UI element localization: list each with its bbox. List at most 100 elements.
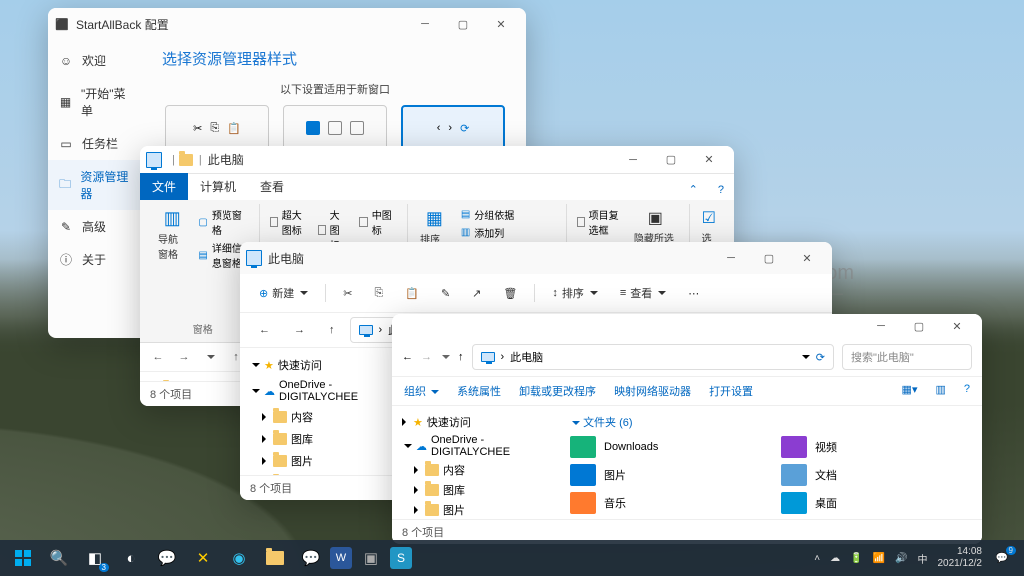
tree-item[interactable]: 图片 <box>400 500 552 520</box>
chk-checkboxes[interactable]: 项目复选框 <box>575 206 624 238</box>
addcol-button[interactable]: ▥添加列 <box>459 224 559 241</box>
back-button[interactable]: ← <box>402 351 413 363</box>
new-button[interactable]: ⊕新建 <box>250 280 317 306</box>
tree-onedrive[interactable]: ☁OneDrive - DIGITALYCHEE <box>400 432 552 460</box>
minimize-button[interactable]: ─ <box>614 146 652 174</box>
tray-wifi-icon[interactable]: 📶 <box>873 553 885 564</box>
folder-item[interactable]: 音乐 <box>570 492 761 514</box>
sidebar-item-welcome[interactable]: ☺欢迎 <box>48 44 144 77</box>
up-button[interactable]: ↑ <box>458 351 464 363</box>
tab-computer[interactable]: 计算机 <box>188 173 248 200</box>
tray-battery-icon[interactable]: 🔋 <box>850 553 862 564</box>
maximize-button[interactable]: ▢ <box>750 244 788 272</box>
tray-volume-icon[interactable]: 🔊 <box>895 553 907 564</box>
app-explorer[interactable] <box>258 543 292 573</box>
menu-settings[interactable]: 打开设置 <box>709 383 753 399</box>
recent-button[interactable] <box>440 351 450 363</box>
tree-onedrive[interactable]: ☁OneDrive - DIGITALYCHEE <box>248 376 392 406</box>
tray-cloud-icon[interactable]: ☁ <box>830 553 840 564</box>
folder-item[interactable]: 视频 <box>781 436 972 458</box>
layout-xl[interactable]: 超大图标 <box>268 206 310 238</box>
sidebar-item-explorer[interactable]: 🗀资源管理器 <box>48 160 144 210</box>
tray-clock[interactable]: 14:08 2021/12/2 <box>938 546 983 570</box>
menu-props[interactable]: 系统属性 <box>457 383 501 399</box>
tray-notifications[interactable]: 💬9 <box>992 548 1012 568</box>
up-button[interactable]: ↑ <box>320 319 344 341</box>
menu-organize[interactable]: 组织 <box>404 383 439 399</box>
forward-button[interactable]: → <box>285 319 314 341</box>
minimize-button[interactable]: ─ <box>862 314 900 340</box>
menu-mapdrive[interactable]: 映射网络驱动器 <box>614 383 691 399</box>
sidebar-item-advanced[interactable]: ✎高级 <box>48 210 144 243</box>
maximize-button[interactable]: ▢ <box>444 10 482 38</box>
app-chat[interactable]: 💬 <box>150 543 184 573</box>
folder-section-header[interactable]: 文件夹 (6) <box>570 412 972 436</box>
close-button[interactable]: ✕ <box>788 244 826 272</box>
tree-quick[interactable]: ★快速访问 <box>400 412 552 432</box>
app-wechat[interactable]: 💬 <box>294 543 328 573</box>
sidebar-item-startmenu[interactable]: ▦"开始"菜单 <box>48 77 144 127</box>
close-button[interactable]: ✕ <box>938 314 976 340</box>
refresh-icon[interactable]: ⟳ <box>816 351 825 364</box>
app-snagit[interactable]: S <box>390 547 412 569</box>
folder-item[interactable]: 文档 <box>781 464 972 486</box>
search-input[interactable]: 搜索"此电脑" <box>842 344 972 370</box>
forward-button[interactable]: → <box>421 351 432 363</box>
layout-m[interactable]: 中图标 <box>357 206 399 238</box>
folder-item[interactable]: 桌面 <box>781 492 972 514</box>
delete-button[interactable]: 🗑 <box>494 282 526 305</box>
sidebar-item-taskbar[interactable]: ▭任务栏 <box>48 127 144 160</box>
forward-button[interactable]: → <box>174 347 194 367</box>
groupby-button[interactable]: ▤分组依据 <box>459 206 559 223</box>
tree-item[interactable]: 内容 <box>400 460 552 480</box>
app-xyplorer[interactable]: ✕ <box>186 543 220 573</box>
sidebar-item-about[interactable]: ⓘ关于 <box>48 243 144 276</box>
back-button[interactable]: ← <box>148 347 168 367</box>
folder-item[interactable]: 图片 <box>570 464 761 486</box>
maximize-button[interactable]: ▢ <box>652 146 690 174</box>
address-bar[interactable]: ›此电脑⟳ <box>472 344 835 370</box>
taskview-button[interactable]: ◧3 <box>78 543 112 573</box>
rename-button[interactable]: ✎ <box>432 282 459 305</box>
tree-item[interactable]: 图库 <box>400 480 552 500</box>
copy-button[interactable]: ⎘ <box>365 282 392 305</box>
app-edge[interactable]: ◉ <box>222 543 256 573</box>
pane-button[interactable]: ▥ <box>935 383 945 399</box>
nav-pane-button[interactable]: ▥导航窗格 <box>154 206 190 263</box>
view-button[interactable]: ≡ 查看 <box>611 280 675 306</box>
tree-item[interactable]: 内容 <box>248 406 392 428</box>
titlebar[interactable]: ⬛ StartAllBack 配置 ─ ▢ ✕ <box>48 8 526 40</box>
minimize-button[interactable]: ─ <box>712 244 750 272</box>
help-button[interactable]: ? <box>708 180 734 200</box>
sort-button[interactable]: ↕ 排序 <box>543 280 607 306</box>
cut-button[interactable]: ✂ <box>334 282 361 305</box>
app-word[interactable]: W <box>330 547 352 569</box>
search-button[interactable]: 🔍 <box>42 543 76 573</box>
recent-button[interactable] <box>200 347 220 367</box>
tree-quick[interactable]: ★快速访问 <box>248 354 392 376</box>
paste-button[interactable]: 📋 <box>396 282 428 305</box>
tab-file[interactable]: 文件 <box>140 173 188 200</box>
more-button[interactable]: ⋯ <box>679 282 708 305</box>
menu-uninstall[interactable]: 卸载或更改程序 <box>519 383 596 399</box>
view-mode-button[interactable]: ▦▾ <box>902 383 918 399</box>
maximize-button[interactable]: ▢ <box>900 314 938 340</box>
close-button[interactable]: ✕ <box>482 10 520 38</box>
app-generic[interactable]: ▣ <box>354 543 388 573</box>
tray-ime[interactable]: 中 <box>918 551 928 566</box>
tree-item[interactable]: 图库 <box>248 428 392 450</box>
explorer-win7: ─ ▢ ✕ ← → ↑ ›此电脑⟳ 搜索"此电脑" 组织 系统属性 卸载或更改程… <box>392 314 982 544</box>
tray-overflow[interactable]: ˄ <box>814 553 820 564</box>
folder-item[interactable]: Downloads <box>570 436 761 458</box>
help-button[interactable]: ? <box>964 383 970 399</box>
close-button[interactable]: ✕ <box>690 146 728 174</box>
back-button[interactable]: ← <box>250 319 279 341</box>
share-button[interactable]: ↗ <box>463 282 490 305</box>
preview-pane-button[interactable]: ▢预览窗格 <box>196 206 251 238</box>
tab-view[interactable]: 查看 <box>248 173 296 200</box>
ribbon-collapse-button[interactable]: ⌃ <box>679 179 708 200</box>
tree-item[interactable]: 图片 <box>248 450 392 472</box>
widgets-button[interactable]: ◐ <box>114 543 148 573</box>
minimize-button[interactable]: ─ <box>406 10 444 38</box>
start-button[interactable] <box>6 543 40 573</box>
